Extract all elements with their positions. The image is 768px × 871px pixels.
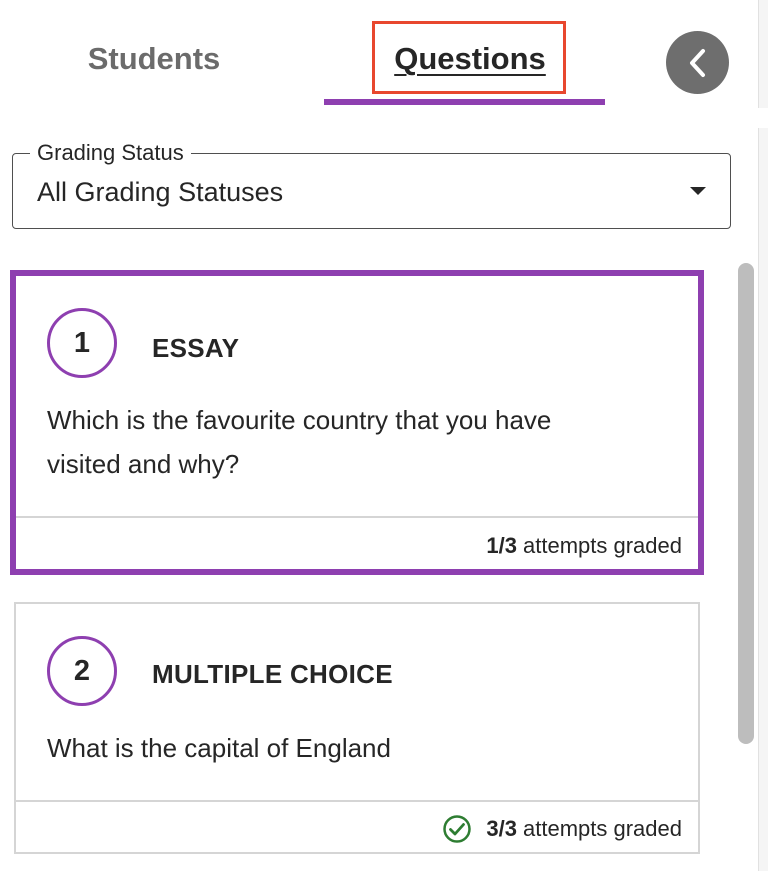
question-text-line-2: visited and why? (47, 449, 240, 479)
caret-down-icon (690, 187, 706, 195)
question-number-badge: 2 (47, 636, 117, 706)
grading-status-value: All Grading Statuses (37, 177, 284, 207)
graded-count: 3/3 (486, 816, 518, 841)
tab-students-label: Students (87, 41, 221, 76)
panel-edge (758, 0, 768, 871)
question-type: ESSAY (152, 333, 240, 363)
question-text-line-1: Which is the favourite country that you … (47, 405, 552, 435)
graded-suffix: attempts graded (523, 533, 682, 558)
check-circle-icon (442, 814, 472, 844)
collapse-panel-button[interactable] (666, 31, 729, 94)
tab-questions[interactable]: Questions (372, 36, 568, 82)
scrollbar-thumb[interactable] (738, 263, 754, 744)
card-divider (16, 516, 698, 518)
attempts-graded: 3/3 attempts graded (442, 814, 682, 844)
question-number: 2 (73, 654, 91, 687)
question-card[interactable]: 2 MULTIPLE CHOICE What is the capital of… (14, 602, 700, 854)
tab-students[interactable]: Students (52, 36, 256, 82)
graded-suffix: attempts graded (523, 816, 682, 841)
question-number-badge: 1 (47, 308, 117, 378)
question-number: 1 (73, 326, 91, 359)
question-text-line-1: What is the capital of England (47, 733, 391, 763)
grading-status-label: Grading Status (30, 140, 191, 166)
tab-questions-label: Questions (394, 41, 546, 76)
graded-count: 1/3 (486, 533, 518, 558)
card-divider (16, 800, 698, 802)
active-tab-indicator (324, 99, 605, 105)
attempts-graded: 1/3 attempts graded (486, 531, 682, 561)
grading-panel: Students Questions Grading Status All Gr… (0, 0, 768, 871)
chevron-left-icon (689, 48, 705, 77)
question-card[interactable]: 1 ESSAY Which is the favourite country t… (10, 270, 704, 575)
question-type: MULTIPLE CHOICE (152, 659, 393, 689)
